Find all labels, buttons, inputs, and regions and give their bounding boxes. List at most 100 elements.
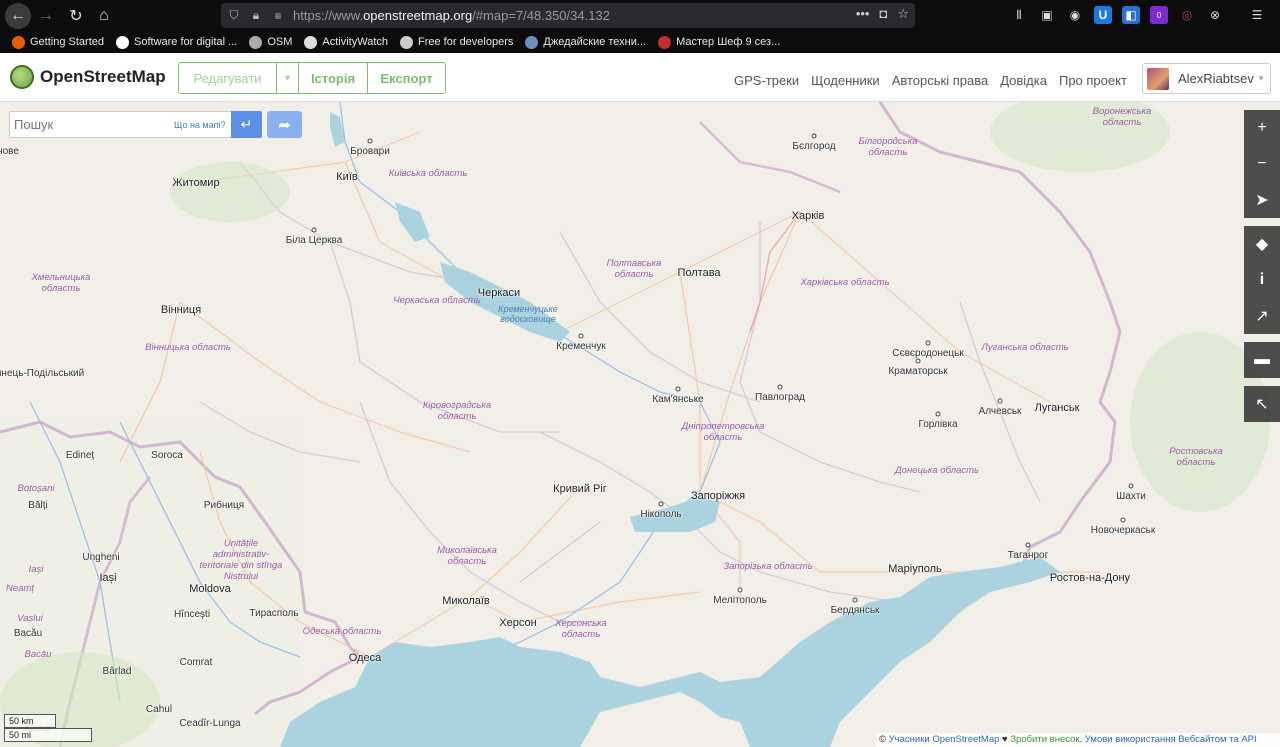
account-icon[interactable]: ◉ [1066, 6, 1084, 24]
city-label: Запоріжжя [690, 490, 746, 502]
city-label: Comrat [179, 657, 213, 668]
reload-icon[interactable]: ↻ [63, 3, 89, 29]
region-label: Хмельницька область [31, 272, 91, 294]
city-label: Ungheni [82, 552, 120, 563]
user-name: AlexRiabtsev [1178, 71, 1254, 86]
bookmark-icon [400, 35, 413, 49]
permissions-icon[interactable]: ≡ [269, 7, 287, 25]
search-box[interactable]: Що на мапі? [9, 111, 262, 138]
city-label: Бєлгород [792, 141, 836, 152]
osm-logo[interactable]: OpenStreetMap [10, 65, 166, 89]
directions-icon[interactable]: ➦ [267, 111, 302, 138]
sidebar-icon[interactable]: ▣ [1038, 6, 1056, 24]
query-features-icon[interactable]: ↖ [1244, 386, 1280, 422]
region-label: Луганська область [981, 342, 1069, 353]
url-bar[interactable]: ⛉ 🔒︎ ≡ https://www.openstreetmap.org/#ma… [221, 3, 915, 28]
shield-icon[interactable]: ⛉ [225, 7, 243, 25]
bookmark-icon [12, 35, 25, 49]
bookmark-item[interactable]: Getting Started [12, 35, 104, 49]
nav-link[interactable]: GPS-треки [734, 73, 799, 88]
city-label: Алчевськ [978, 406, 1022, 417]
bookmark-item[interactable]: Мастер Шеф 9 сез... [658, 35, 780, 49]
url-domain: openstreetmap.org [363, 8, 473, 23]
pocket-icon[interactable]: ◘ [879, 6, 887, 22]
city-marker [675, 386, 681, 392]
page-actions-icon[interactable]: ••• [856, 6, 870, 22]
nav-link[interactable]: Авторські права [892, 73, 989, 88]
region-label: Херсонська область [555, 618, 607, 640]
url-prefix: https://www. [293, 8, 364, 23]
region-label: Вінницька область [145, 342, 231, 353]
city-label: Одеса [348, 652, 382, 664]
nav-link[interactable]: Щоденники [811, 73, 880, 88]
export-button[interactable]: Експорт [368, 63, 445, 93]
city-label: Нікополь [640, 509, 682, 520]
menu-icon[interactable]: ☰ [1248, 6, 1266, 24]
ublock-icon[interactable]: U [1094, 6, 1112, 24]
bookmark-item[interactable]: Software for digital ... [116, 35, 237, 49]
terms-link[interactable]: Умови використання Вебсайтом та API [1085, 734, 1257, 745]
city-label: Кам'янське [652, 394, 704, 405]
layers-icon[interactable]: ◆ [1244, 226, 1280, 262]
share-icon[interactable]: ↗ [1244, 298, 1280, 334]
city-marker [1120, 517, 1126, 523]
back-icon[interactable]: ← [5, 3, 31, 29]
bookmark-star-icon[interactable]: ☆ [897, 6, 909, 22]
region-label: Ростовська область [1169, 446, 1223, 468]
url-text[interactable]: https://www.openstreetmap.org/#map=7/48.… [293, 8, 610, 23]
lock-icon[interactable]: 🔒︎ [247, 7, 265, 25]
city-label: Горлівка [918, 419, 958, 430]
city-marker [852, 597, 858, 603]
city-label: Рибниця [203, 500, 245, 511]
extension-clock-icon[interactable]: ⊗ [1206, 6, 1224, 24]
donate-link[interactable]: Зробити внесок [1010, 734, 1079, 745]
city-label: Маріуполь [888, 563, 942, 575]
edit-dropdown-chevron-icon[interactable]: ▾ [277, 63, 299, 93]
city-label: Edineț [65, 450, 95, 461]
home-icon[interactable]: ⌂ [91, 3, 117, 29]
region-label: Черкаська область [393, 295, 481, 306]
bookmark-item[interactable]: ActivityWatch [304, 35, 388, 49]
extension-icon[interactable]: ◧ [1122, 6, 1140, 24]
bookmark-item[interactable]: Джедайские техни... [525, 35, 646, 49]
region-label: Botoșani [17, 483, 55, 494]
edit-button-group: Редагувати ▾ Історія Експорт [178, 62, 446, 94]
region-label: Дніпропетровська область [681, 421, 765, 443]
locate-icon[interactable]: ➤ [1244, 182, 1280, 218]
city-label: Moldova [189, 583, 231, 595]
user-menu[interactable]: AlexRiabtsev ▾ [1142, 63, 1271, 94]
city-label: Ceadîr-Lunga [179, 718, 241, 729]
library-icon[interactable]: ⫴ [1010, 6, 1028, 24]
search-submit-icon[interactable]: ↵ [231, 111, 262, 138]
region-label: Миколаївська область [437, 545, 497, 567]
bookmark-item[interactable]: Free for developers [400, 35, 513, 49]
search-input[interactable] [14, 117, 164, 132]
osm-contributors-link[interactable]: Учасники OpenStreetMap [889, 734, 1000, 745]
bookmark-item[interactable]: OSM [249, 35, 292, 49]
city-marker [737, 587, 743, 593]
zoom-in-icon[interactable]: + [1244, 110, 1280, 146]
bookmark-label: Getting Started [30, 36, 104, 48]
city-marker [578, 333, 584, 339]
region-label: Білгородська область [858, 136, 918, 158]
forward-icon[interactable]: → [33, 3, 59, 29]
nav-link[interactable]: Довідка [1000, 73, 1047, 88]
map-view[interactable]: Київ Бровари Житомир Біла Церква Вінниця Черк… [0, 102, 1280, 747]
city-label: Bârlad [102, 666, 132, 677]
where-is-this-link[interactable]: Що на мапі? [174, 120, 226, 130]
city-label: Миколаїв [442, 595, 490, 607]
edit-button[interactable]: Редагувати [179, 63, 277, 93]
region-label: Iași [28, 564, 44, 575]
extension-globe-icon[interactable]: ◎ [1178, 6, 1196, 24]
city-label: Кременчук [556, 341, 606, 352]
url-suffix: /#map=7/48.350/34.132 [472, 8, 610, 23]
extension-badge-icon[interactable]: 0 [1150, 6, 1168, 24]
city-label: нове [0, 146, 19, 157]
history-button[interactable]: Історія [299, 63, 368, 93]
info-icon[interactable]: i [1244, 262, 1280, 298]
add-note-icon[interactable]: ▬ [1244, 342, 1280, 378]
zoom-out-icon[interactable]: − [1244, 146, 1280, 182]
nav-link[interactable]: Про проект [1059, 73, 1127, 88]
bookmark-icon [304, 35, 318, 49]
city-marker [811, 133, 817, 139]
